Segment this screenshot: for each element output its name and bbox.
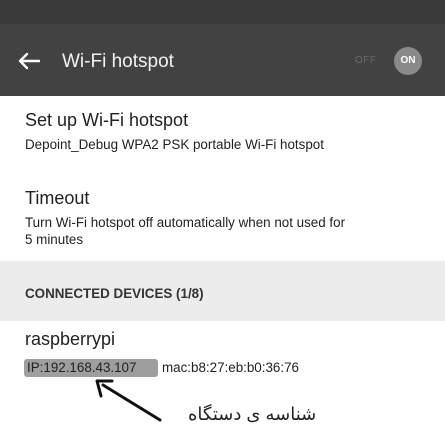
annotation-arrow xyxy=(95,379,162,422)
annotation-label: شناسه ی دستگاه xyxy=(188,404,317,424)
